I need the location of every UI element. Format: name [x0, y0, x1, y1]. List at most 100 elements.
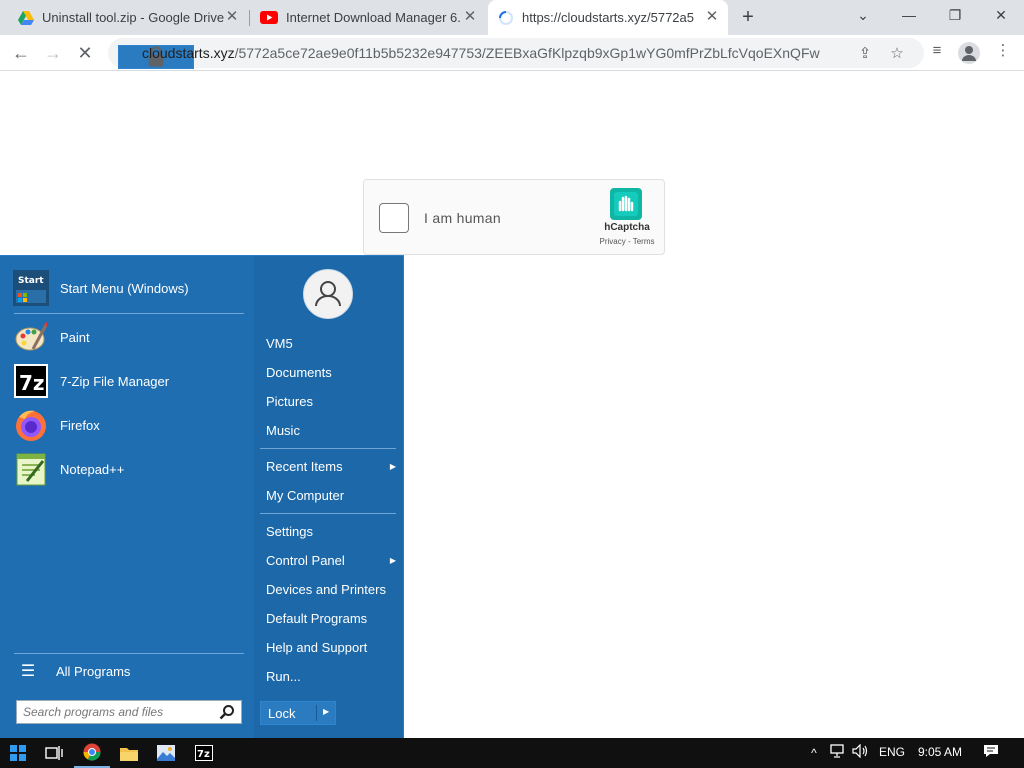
- media-controls-icon[interactable]: ≡: [928, 42, 946, 60]
- power-options-arrow-icon[interactable]: ▶: [323, 707, 329, 716]
- share-icon[interactable]: ⇪: [856, 45, 874, 63]
- bookmark-star-icon[interactable]: ☆: [888, 45, 906, 63]
- close-tab-icon[interactable]: ✕: [224, 9, 240, 25]
- place-pictures[interactable]: Pictures: [266, 392, 396, 412]
- start-menu-icon: Start: [12, 269, 50, 307]
- windows-start-icon[interactable]: [0, 738, 36, 768]
- start-menu-places-pane: VM5 Documents Pictures Music Recent Item…: [254, 256, 403, 739]
- new-tab-icon[interactable]: +: [736, 6, 760, 30]
- submenu-arrow-icon: ▶: [389, 462, 396, 471]
- tab-title: Uninstall tool.zip - Google Drive: [42, 10, 225, 25]
- program-firefox[interactable]: Firefox: [12, 405, 244, 445]
- firefox-icon: [12, 406, 50, 444]
- taskbar: 7z ^ ENG 9:05 AM: [0, 738, 1024, 768]
- tab-title: https://cloudstarts.xyz/5772a5ce: [522, 10, 694, 25]
- program-start-menu-windows[interactable]: Start Start Menu (Windows): [12, 268, 244, 308]
- url-path: /5772a5ce72ae9e0f11b5b5232e947753/ZEEBxa…: [234, 45, 820, 61]
- back-icon[interactable]: ←: [8, 40, 34, 66]
- place-user-folder[interactable]: VM5: [266, 334, 396, 354]
- tab-cloudstarts[interactable]: https://cloudstarts.xyz/5772a5ce ✕: [488, 0, 728, 35]
- loading-spinner-icon: [499, 10, 513, 25]
- program-paint[interactable]: Paint: [12, 317, 244, 357]
- place-run[interactable]: Run...: [266, 667, 396, 687]
- 7zip-taskbar-icon[interactable]: 7z: [186, 738, 222, 768]
- hcaptcha-logo-icon: [610, 188, 642, 220]
- screen: Uninstall tool.zip - Google Drive ✕ Inte…: [0, 0, 1024, 768]
- svg-text:7z: 7z: [19, 371, 45, 395]
- menu-kebab-icon[interactable]: ⋮: [994, 42, 1012, 60]
- notepad-plus-plus-icon: [12, 450, 50, 488]
- program-7zip[interactable]: 7z 7-Zip File Manager: [12, 361, 244, 401]
- place-documents[interactable]: Documents: [266, 363, 396, 383]
- submenu-arrow-icon: ▶: [389, 556, 396, 565]
- place-default-programs[interactable]: Default Programs: [266, 609, 396, 629]
- hamburger-list-icon: ☰: [20, 663, 36, 680]
- place-label: My Computer: [266, 488, 345, 503]
- close-window-icon[interactable]: ✕: [978, 0, 1024, 30]
- place-label: Music: [266, 423, 300, 438]
- captcha-label: I am human: [424, 210, 501, 226]
- captcha-links[interactable]: Privacy - Terms: [594, 237, 660, 246]
- divider: [14, 313, 244, 314]
- program-label: Notepad++: [60, 461, 125, 477]
- network-icon[interactable]: [829, 744, 847, 762]
- tab-strip: Uninstall tool.zip - Google Drive ✕ Inte…: [0, 0, 1024, 35]
- close-tab-icon[interactable]: ✕: [462, 9, 478, 25]
- file-explorer-icon[interactable]: [111, 738, 147, 768]
- place-help-and-support[interactable]: Help and Support: [266, 638, 396, 658]
- url-host: cloudstarts.xyz: [142, 45, 235, 61]
- action-center-icon[interactable]: [982, 744, 1000, 762]
- place-settings[interactable]: Settings: [266, 522, 396, 542]
- svg-text:Start: Start: [18, 276, 44, 286]
- program-label: Start Menu (Windows): [60, 280, 189, 296]
- place-music[interactable]: Music: [266, 421, 396, 441]
- tab-google-drive[interactable]: Uninstall tool.zip - Google Drive ✕: [8, 0, 248, 35]
- program-notepad-plus-plus[interactable]: Notepad++: [12, 449, 244, 489]
- tab-idm[interactable]: Internet Download Manager 6.38 ✕: [250, 0, 486, 35]
- place-label: Help and Support: [266, 640, 368, 655]
- google-drive-icon: [18, 10, 34, 25]
- volume-icon[interactable]: [852, 743, 870, 762]
- place-label: Pictures: [266, 394, 313, 409]
- search-icon[interactable]: [219, 704, 235, 720]
- tab-search-icon[interactable]: ⌄: [840, 0, 886, 30]
- paint-icon: [12, 318, 50, 356]
- lock-button[interactable]: Lock ▶: [260, 701, 336, 725]
- place-label: Default Programs: [266, 611, 368, 626]
- program-label: Paint: [60, 329, 90, 345]
- divider: [14, 653, 244, 654]
- place-devices-and-printers[interactable]: Devices and Printers: [266, 580, 396, 600]
- place-control-panel[interactable]: Control Panel ▶: [266, 551, 396, 571]
- captcha-checkbox[interactable]: [379, 203, 409, 233]
- 7zip-icon: 7z: [12, 362, 50, 400]
- restore-icon[interactable]: ❐: [932, 0, 978, 30]
- place-label: Settings: [266, 524, 313, 539]
- forward-icon[interactable]: →: [40, 40, 66, 66]
- place-label: Run...: [266, 669, 301, 684]
- place-label: Documents: [266, 365, 332, 380]
- close-tab-icon[interactable]: ✕: [704, 9, 720, 25]
- place-label: Control Panel: [266, 553, 345, 568]
- address-bar[interactable]: cloudstarts.xyz/5772a5ce72ae9e0f11b5b523…: [108, 38, 924, 69]
- profile-avatar-icon[interactable]: [958, 42, 980, 64]
- input-language[interactable]: ENG: [879, 745, 905, 759]
- minimize-icon[interactable]: —: [886, 0, 932, 30]
- tab-title: Internet Download Manager 6.38: [286, 10, 461, 25]
- show-hidden-icons-chevron-icon[interactable]: ^: [805, 744, 823, 762]
- search-placeholder: Search programs and files: [23, 705, 164, 719]
- search-programs-input[interactable]: Search programs and files: [16, 700, 242, 724]
- clock[interactable]: 9:05 AM: [918, 745, 962, 759]
- place-recent-items[interactable]: Recent Items ▶: [266, 457, 396, 477]
- svg-text:7z: 7z: [197, 749, 210, 760]
- user-avatar-icon[interactable]: [303, 269, 353, 319]
- stop-loading-icon[interactable]: ✕: [72, 40, 98, 66]
- task-view-icon[interactable]: [36, 738, 72, 768]
- all-programs-button[interactable]: ☰ All Programs: [14, 658, 244, 684]
- browser-toolbar: ← → ✕ cloudstarts.xyz/5772a5ce72ae9e0f11…: [0, 35, 1024, 71]
- photos-icon[interactable]: [148, 738, 184, 768]
- place-label: Recent Items: [266, 459, 343, 474]
- all-programs-label: All Programs: [56, 663, 131, 679]
- place-my-computer[interactable]: My Computer: [266, 486, 396, 506]
- place-label: VM5: [266, 336, 293, 351]
- chrome-icon[interactable]: [74, 738, 110, 768]
